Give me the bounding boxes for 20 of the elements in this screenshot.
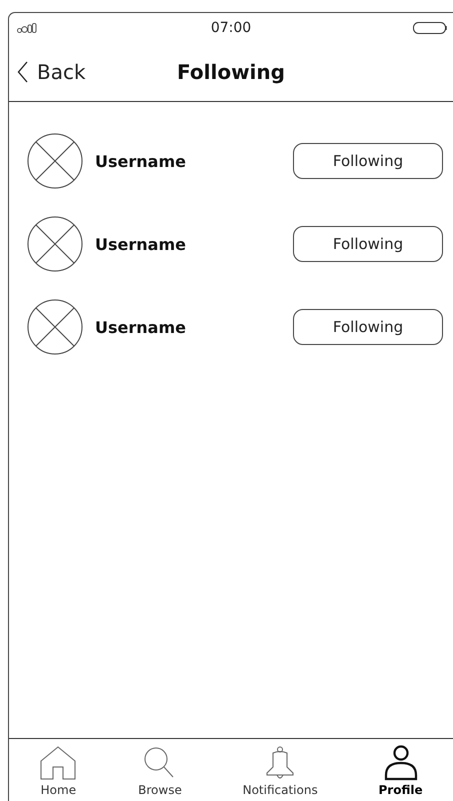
- following-button[interactable]: Following: [293, 226, 443, 262]
- following-button[interactable]: Following: [293, 309, 443, 345]
- tab-bar-item[interactable]: Profile: [378, 739, 423, 801]
- status-time: 07:00: [210, 20, 252, 36]
- avatar-placeholder-icon: [27, 216, 83, 272]
- back-button[interactable]: Back: [13, 60, 90, 84]
- chevron-left-icon: [17, 61, 29, 83]
- tab-bar-item[interactable]: Browse: [138, 739, 182, 801]
- username: Username: [95, 318, 187, 336]
- avatar-placeholder-icon: [27, 133, 83, 189]
- page-title: Following: [177, 60, 285, 84]
- username: Username: [95, 234, 187, 254]
- following-button[interactable]: Following: [293, 143, 443, 179]
- avatar-placeholder-icon: [27, 299, 83, 355]
- tab-bar-item[interactable]: Notifications: [242, 739, 318, 801]
- tab-bar-item[interactable]: Home: [39, 739, 78, 801]
- signal-icon: [17, 23, 37, 33]
- home-icon: [39, 745, 78, 781]
- battery-icon: [413, 22, 449, 34]
- username: Username: [95, 152, 187, 170]
